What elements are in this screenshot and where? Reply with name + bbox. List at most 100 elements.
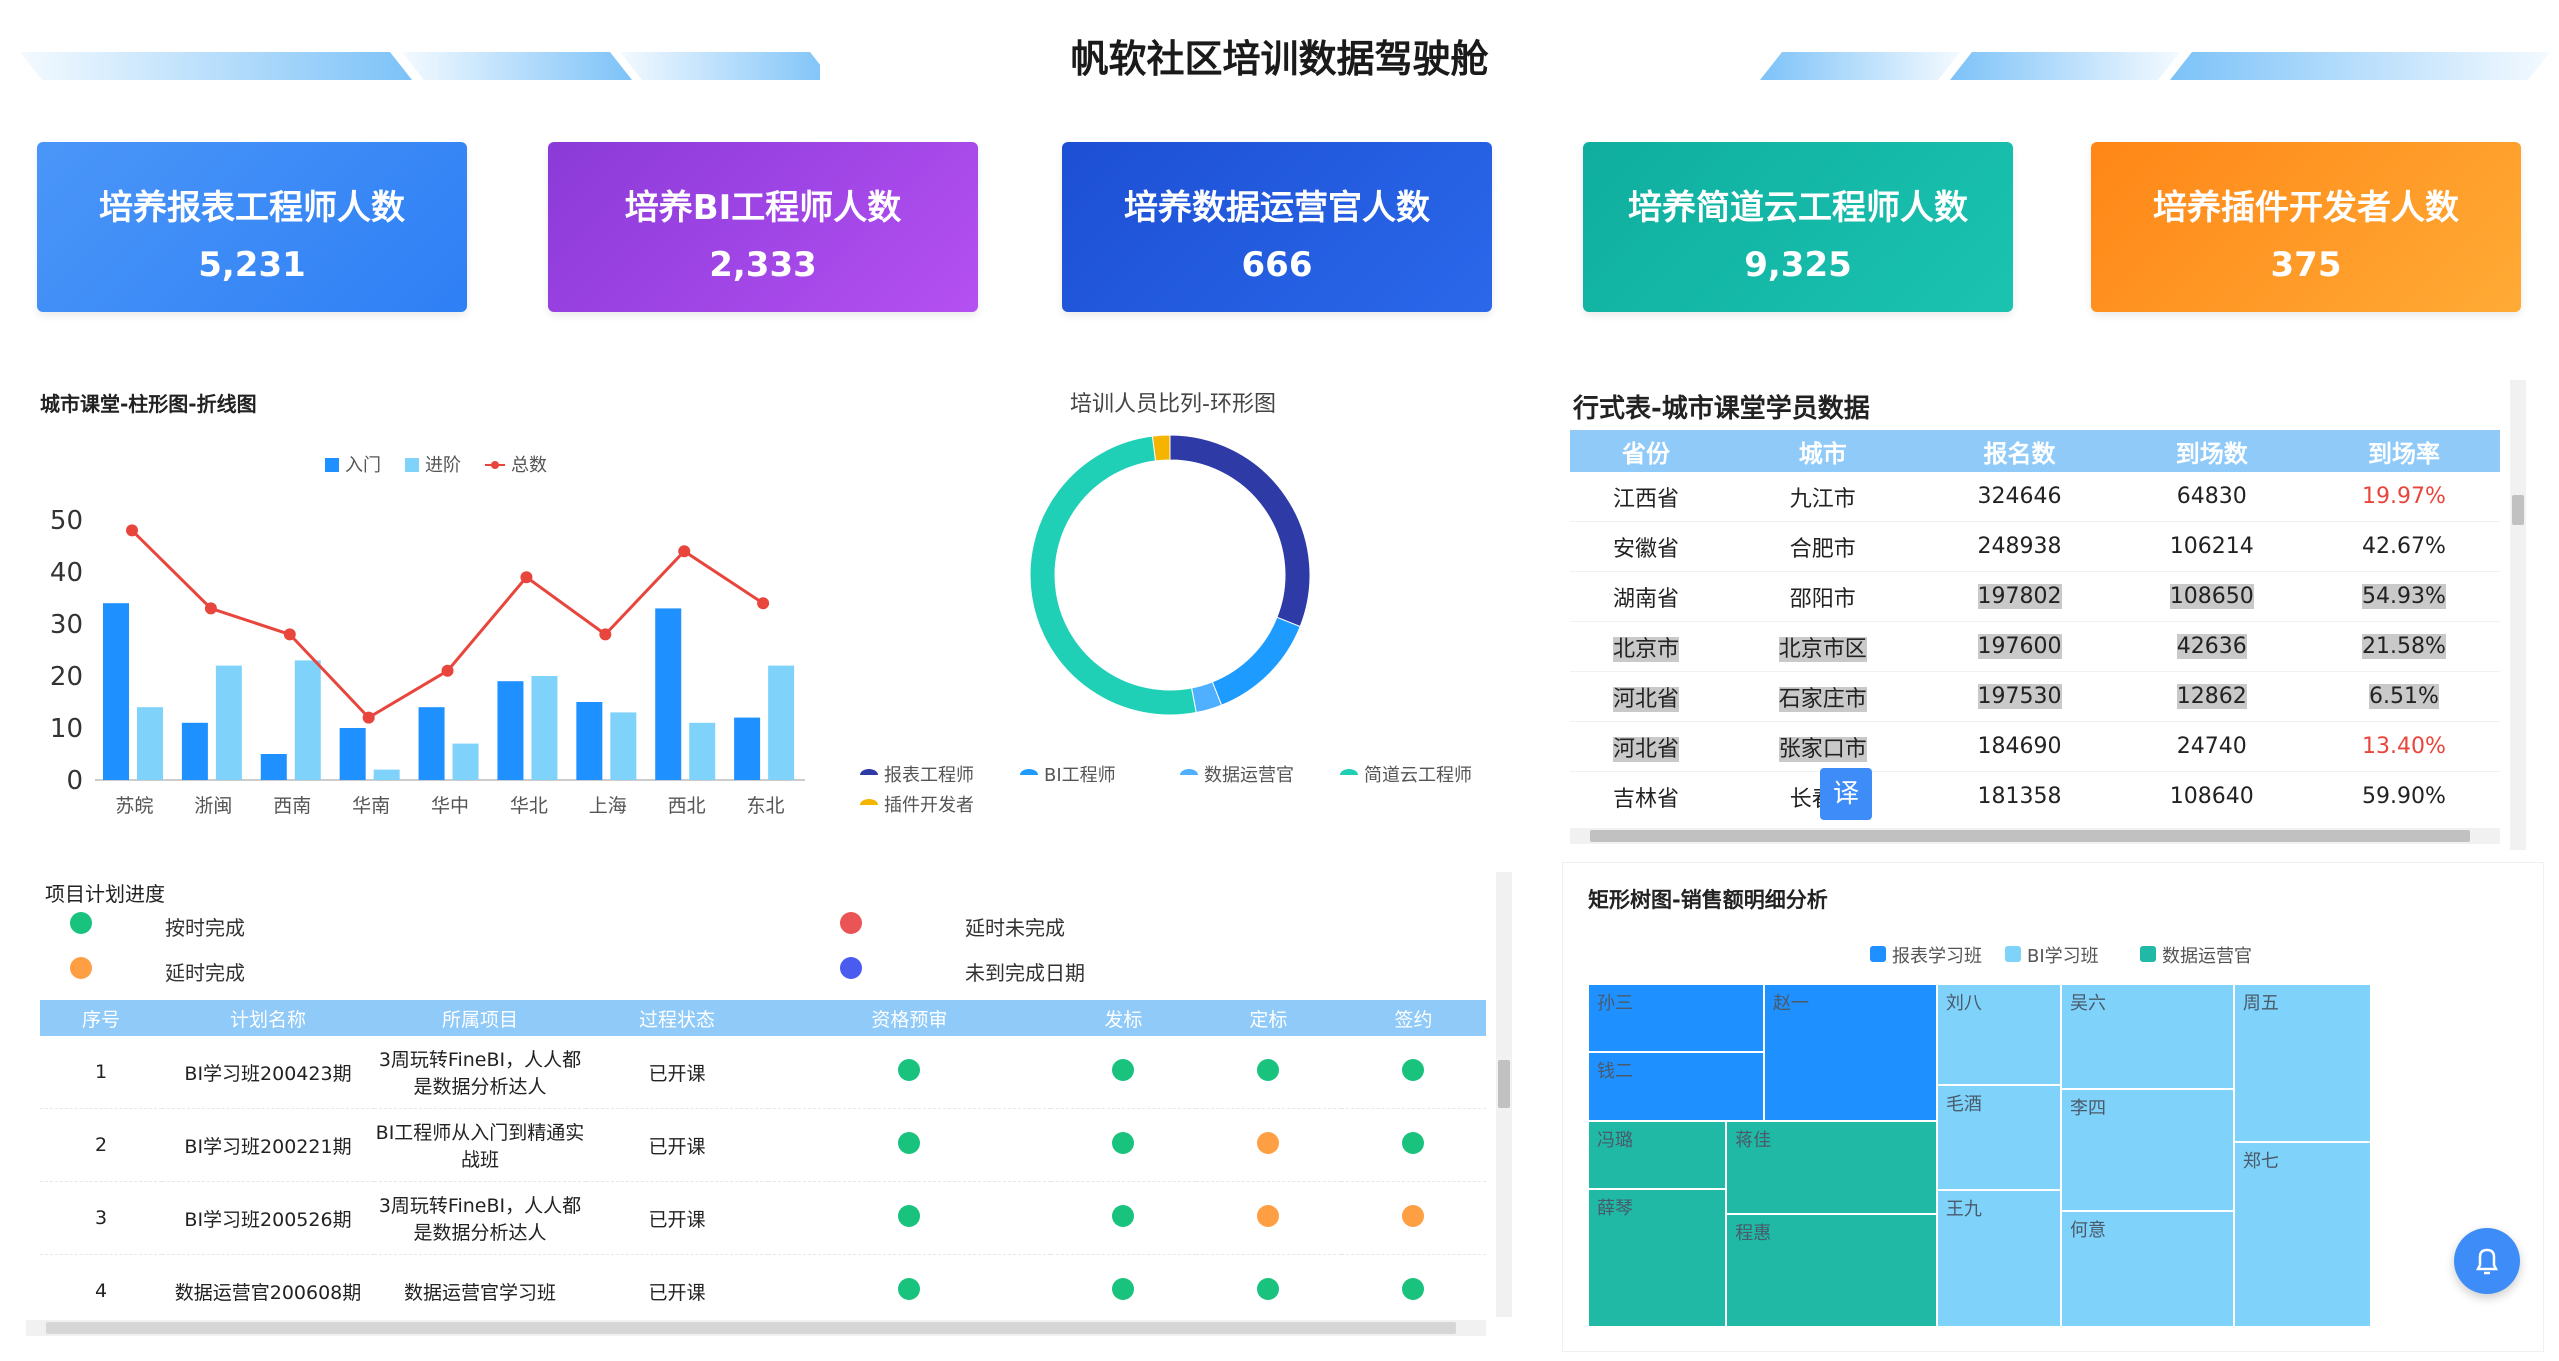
plan-legend: 按时完成 延时未完成 延时完成 未到完成日期	[70, 912, 1170, 992]
donut-slice-简道云工程师	[1029, 435, 1197, 716]
column-header[interactable]: 计划名称	[162, 1000, 374, 1036]
x-tick-label: 华北	[510, 795, 548, 817]
legend-label: 报表学习班	[1892, 946, 1982, 967]
plan-row[interactable]: 4 数据运营官200608期 数据运营官学习班 已开课	[40, 1254, 1486, 1315]
kpi-value: 5,231	[198, 245, 306, 285]
floating-bell-button[interactable]	[2454, 1228, 2520, 1294]
row-table-vertical-scrollbar[interactable]	[2510, 380, 2526, 850]
line-point	[599, 628, 612, 641]
status-cell	[768, 1254, 1051, 1315]
x-tick-label: 上海	[589, 795, 627, 817]
cell-text: 安徽省	[1613, 536, 1680, 562]
legend-label: 按时完成	[165, 916, 245, 940]
cell-text: 北京市区	[1778, 636, 1867, 662]
bar-入门	[576, 702, 603, 780]
table-cell: 北京市区	[1722, 621, 1924, 672]
plan-table-horizontal-scrollbar[interactable]	[26, 1320, 1486, 1336]
treemap-cell[interactable]: 钱二	[1588, 1052, 1765, 1121]
cell-text: 北京市	[1613, 636, 1680, 662]
bar-进阶	[294, 660, 321, 780]
scrollbar-thumb[interactable]	[1498, 1060, 1510, 1108]
column-header[interactable]: 报名数	[1923, 430, 2116, 472]
column-header[interactable]: 所属项目	[374, 1000, 586, 1036]
table-row[interactable]: 江西省 九江市 324646 64830 19.97%	[1570, 472, 2500, 522]
cell-text: 张家口市	[1778, 736, 1867, 762]
plan-row[interactable]: 3 BI学习班200526期 3周玩转FineBI，人人都是数据分析达人 已开课	[40, 1181, 1486, 1255]
treemap-cell[interactable]: 冯璐	[1588, 1120, 1727, 1189]
column-header[interactable]: 过程状态	[586, 1000, 768, 1036]
table-cell: 河北省	[1570, 671, 1723, 722]
treemap-cell[interactable]: 郑七	[2233, 1141, 2371, 1327]
column-header[interactable]: 城市	[1722, 430, 1924, 472]
status-cell	[1340, 1181, 1486, 1255]
status-dot	[1257, 1204, 1280, 1227]
treemap-cell[interactable]: 吴六	[2061, 984, 2234, 1089]
table-cell: 已开课	[586, 1036, 768, 1109]
cell-text: 13.40%	[2362, 734, 2446, 759]
treemap-cell[interactable]: 李四	[2061, 1088, 2234, 1212]
legend-dot	[70, 957, 92, 979]
column-header[interactable]: 到场率	[2307, 430, 2500, 472]
table-row[interactable]: 安徽省 合肥市 248938 106214 42.67%	[1570, 521, 2500, 572]
plan-row[interactable]: 2 BI学习班200221期 BI工程师从入门到精通实战班 已开课	[40, 1108, 1486, 1182]
table-cell: 3	[40, 1181, 162, 1255]
table-row[interactable]: 吉林省长春市18135810864059.90%	[1570, 771, 2500, 810]
table-row[interactable]: 北京市 北京市区 197600 42636 21.58%	[1570, 621, 2500, 672]
column-header[interactable]: 发标	[1050, 1000, 1196, 1036]
cell-text: 江西省	[1613, 486, 1680, 512]
table-cell: 6.51%	[2307, 671, 2500, 722]
scrollbar-thumb[interactable]	[1590, 830, 2470, 842]
treemap-cell[interactable]: 刘八	[1936, 984, 2062, 1086]
translate-badge[interactable]: 译	[1820, 768, 1872, 820]
treemap-cell[interactable]: 孙三	[1588, 984, 1765, 1053]
status-dot	[1257, 1277, 1280, 1300]
kpi-value: 9,325	[1744, 245, 1852, 285]
treemap-cell[interactable]: 程惠	[1726, 1214, 1937, 1327]
kpi-label: 培养BI工程师人数	[624, 188, 902, 228]
legend-line-dot	[491, 461, 499, 469]
bar-进阶	[610, 712, 637, 780]
status-cell	[1340, 1036, 1486, 1109]
plan-table-vertical-scrollbar[interactable]	[1496, 872, 1512, 1317]
treemap-cell[interactable]: 赵一	[1764, 984, 1937, 1121]
table-row[interactable]: 河北省 石家庄市 197530 12862 6.51%	[1570, 671, 2500, 722]
column-header[interactable]: 定标	[1195, 1000, 1341, 1036]
status-cell	[768, 1036, 1051, 1109]
bar-入门	[339, 728, 366, 780]
column-header[interactable]: 序号	[40, 1000, 162, 1036]
cell-text: 197600	[1977, 634, 2062, 659]
plan-table-container[interactable]: 序号 计划名称 所属项目 过程状态 资格预审 发标 定标 签约 1 BI学习班200423期 3周…	[40, 1000, 1486, 1315]
bar-进阶	[531, 676, 558, 780]
legend-label: BI学习班	[2027, 946, 2099, 967]
treemap-cell[interactable]: 何意	[2061, 1211, 2234, 1327]
cell-text: 197802	[1977, 584, 2062, 609]
bar-入门	[734, 717, 761, 780]
column-header[interactable]: 省份	[1570, 430, 1723, 472]
decor-stripes-right	[1760, 52, 2550, 80]
column-header[interactable]: 到场数	[2115, 430, 2308, 472]
column-header[interactable]: 签约	[1340, 1000, 1486, 1036]
treemap-cell[interactable]: 薛琴	[1588, 1188, 1727, 1327]
plan-row[interactable]: 1 BI学习班200423期 3周玩转FineBI，人人都是数据分析达人 已开课	[40, 1036, 1486, 1109]
table-cell: 江西省	[1570, 472, 1723, 522]
status-dot	[1402, 1204, 1425, 1227]
row-table-container[interactable]: 省份 城市 报名数 到场数 到场率 江西省 九江市 324646 64830 19.97% 安徽省…	[1570, 430, 2500, 810]
x-tick-label: 苏皖	[115, 795, 153, 817]
table-row[interactable]: 河北省 张家口市 184690 24740 13.40%	[1570, 721, 2500, 772]
table-cell: 12862	[2115, 671, 2308, 722]
scrollbar-thumb[interactable]	[46, 1322, 1456, 1334]
treemap-cell[interactable]: 毛酒	[1936, 1085, 2062, 1191]
kpi-label: 培养报表工程师人数	[99, 188, 405, 228]
scrollbar-thumb[interactable]	[2512, 495, 2524, 525]
row-table-horizontal-scrollbar[interactable]	[1570, 828, 2500, 844]
cell-text: 河北省	[1613, 736, 1680, 762]
row-table-title: 行式表-城市课堂学员数据	[1573, 394, 1870, 424]
treemap-cell[interactable]: 蒋佳	[1726, 1120, 1937, 1215]
cell-text: 59.90%	[2362, 784, 2446, 809]
treemap-cell[interactable]: 周五	[2233, 984, 2371, 1142]
column-header[interactable]: 资格预审	[768, 1000, 1051, 1036]
status-cell	[1195, 1036, 1341, 1109]
treemap-cell[interactable]: 王九	[1936, 1190, 2062, 1327]
table-cell: 184690	[1923, 721, 2116, 772]
table-row[interactable]: 湖南省 邵阳市 197802 108650 54.93%	[1570, 571, 2500, 622]
